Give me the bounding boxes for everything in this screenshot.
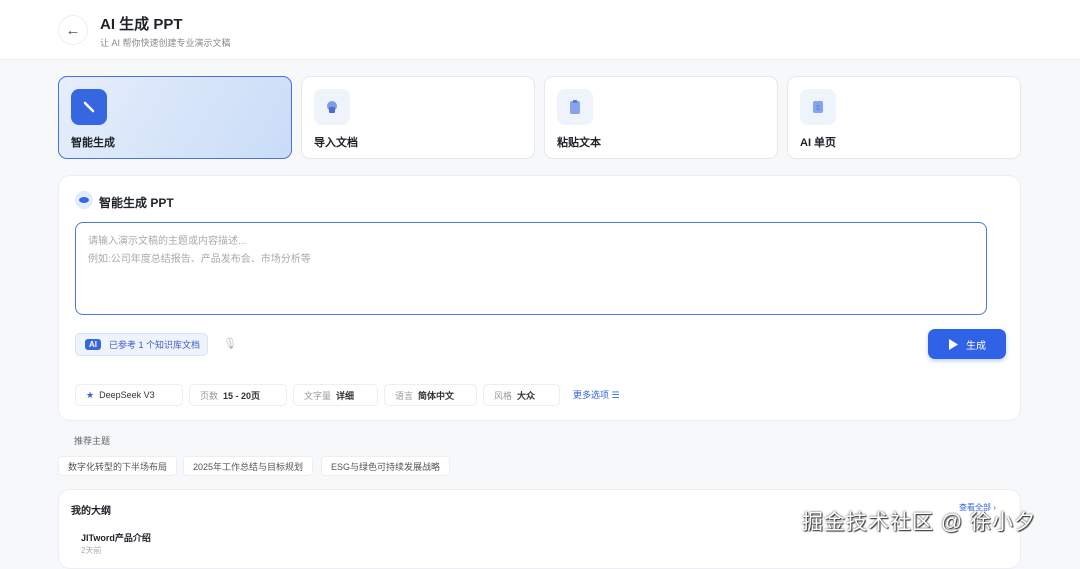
topic-chip[interactable]: ESG与绿色可持续发展战略 bbox=[321, 456, 451, 476]
play-icon bbox=[949, 338, 958, 350]
arrow-left-icon: ← bbox=[65, 21, 81, 39]
option-value: DeepSeek V3 bbox=[99, 390, 155, 400]
mode-label: 智能生成 bbox=[71, 137, 115, 149]
page-icon bbox=[800, 89, 836, 125]
language-select[interactable]: 语言 简体中文 bbox=[384, 384, 477, 406]
option-value: 详细 bbox=[336, 390, 355, 401]
generate-button[interactable]: 生成 bbox=[928, 329, 1006, 359]
mode-card-paste[interactable]: 粘贴文本 bbox=[544, 76, 778, 159]
option-key: 页数 bbox=[200, 390, 219, 401]
back-button[interactable]: ← bbox=[58, 15, 88, 45]
option-key: 风格 bbox=[494, 390, 513, 401]
style-select[interactable]: 风格 大众 bbox=[483, 384, 560, 406]
placeholder-line: 例如:公司年度总结报告、产品发布会、市场分析等 bbox=[88, 254, 311, 265]
mode-label: AI 单页 bbox=[800, 137, 837, 149]
outline-item[interactable]: JITword产品介绍 bbox=[81, 531, 151, 544]
layers-icon bbox=[75, 191, 93, 209]
cloud-upload-icon bbox=[314, 89, 350, 125]
outline-title: 我的大纲 bbox=[71, 506, 111, 517]
mode-card-smart[interactable]: 智能生成 bbox=[58, 76, 292, 159]
header: ← AI 生成 PPT 让 AI 帮你快速创建专业演示文稿 bbox=[0, 0, 1080, 60]
mode-card-import[interactable]: 导入文档 bbox=[301, 76, 535, 159]
magic-wand-icon bbox=[71, 89, 107, 125]
page-subtitle: 让 AI 帮你快速创建专业演示文稿 bbox=[100, 38, 231, 48]
topic-textarea[interactable]: 请输入演示文稿的主题或内容描述... 例如:公司年度总结报告、产品发布会、市场分… bbox=[75, 222, 987, 315]
generate-label: 生成 bbox=[966, 340, 986, 352]
mode-label: 粘贴文本 bbox=[557, 137, 601, 149]
ai-badge: AI bbox=[85, 339, 101, 350]
mode-label: 导入文档 bbox=[314, 137, 358, 149]
generate-panel: 智能生成 PPT 请输入演示文稿的主题或内容描述... 例如:公司年度总结报告、… bbox=[58, 175, 1021, 421]
option-key: 语言 bbox=[395, 390, 414, 401]
more-label: 更多选项 bbox=[573, 390, 610, 400]
more-options-link[interactable]: 更多选项 ☰ bbox=[573, 388, 620, 401]
word-count-select[interactable]: 文字量 详细 bbox=[293, 384, 378, 406]
model-select[interactable]: ★ DeepSeek V3 bbox=[75, 384, 183, 406]
option-key: 文字量 bbox=[304, 390, 332, 401]
pages-select[interactable]: 页数 15 - 20页 bbox=[189, 384, 287, 406]
page-title: AI 生成 PPT bbox=[100, 16, 183, 33]
option-value: 大众 bbox=[517, 390, 536, 401]
mode-card-single-page[interactable]: AI 单页 bbox=[787, 76, 1021, 159]
star-icon: ★ bbox=[86, 389, 95, 400]
microphone-icon[interactable]: 🎙 bbox=[223, 337, 237, 350]
clipboard-icon bbox=[557, 89, 593, 125]
outline-item-time: 2天前 bbox=[81, 546, 102, 555]
filter-icon: ☰ bbox=[611, 390, 620, 400]
recommended-topics-title: 推荐主题 bbox=[74, 436, 111, 446]
option-value: 15 - 20页 bbox=[223, 390, 261, 401]
topic-chip[interactable]: 数字化转型的下半场布局 bbox=[58, 456, 178, 476]
placeholder-line: 请输入演示文稿的主题或内容描述... bbox=[88, 236, 247, 247]
watermark: 掘金技术社区 @ 徐小夕 bbox=[802, 511, 1036, 534]
knowledge-base-chip[interactable]: AI 已参考 1 个知识库文档 bbox=[75, 333, 208, 356]
kb-ref-label: 已参考 1 个知识库文档 bbox=[109, 340, 201, 350]
option-value: 简体中文 bbox=[418, 390, 455, 401]
topic-chip[interactable]: 2025年工作总结与目标规划 bbox=[183, 456, 314, 476]
panel-title: 智能生成 PPT bbox=[99, 196, 174, 210]
